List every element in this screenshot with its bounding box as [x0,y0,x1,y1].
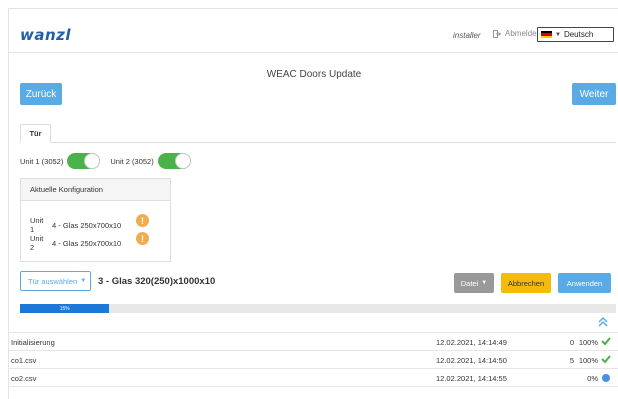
back-button[interactable]: Zurück [20,83,62,105]
config-value: 4 - Glas 250x700x10 [52,238,122,248]
door-select-label: Tür auswählen [28,276,78,286]
log-count: 0 [569,338,574,347]
unit-2-toggle[interactable] [157,153,191,169]
double-chevron-up-icon[interactable] [596,316,610,328]
tab-door[interactable]: Tür [20,124,51,143]
apply-button[interactable]: Anwenden [558,273,611,293]
config-row: Unit 2 4 - Glas 250x700x10 [30,234,121,252]
app-frame: wanzl installer Abmelden ▼ Deutsch WEAC … [8,8,618,399]
log-percent: 100% [578,356,598,365]
table-bottom-border [9,386,618,387]
config-unit: Unit 2 [30,234,44,252]
log-time: 12.02.2021, 14:14:50 [436,356,507,365]
config-unit: Unit 1 [30,216,44,234]
unit-2-label: Unit 2 (3052) [110,156,154,166]
wanzl-logo: wanzl [20,26,72,44]
progress-bar: 15% [20,304,616,313]
selected-door: 3 - Glas 320(250)x1000x10 [98,276,216,287]
table-row: co2.csv 12.02.2021, 14:14:55 0% [9,368,618,386]
door-select-dropdown[interactable]: Tür auswählen ▼ [20,271,91,291]
log-time: 12.02.2021, 14:14:55 [436,374,507,383]
check-icon [601,354,611,364]
german-flag-icon [541,31,552,38]
current-config-panel: Aktuelle Konfiguration Unit 1 4 - Glas 2… [20,178,171,262]
log-count: 5 [569,356,574,365]
config-value: 4 - Glas 250x700x10 [52,220,122,230]
dot-icon [601,372,611,382]
unit-1-label: Unit 1 (3052) [20,156,64,166]
log-name: co1.csv [11,356,37,365]
config-row: Unit 1 4 - Glas 250x700x10 [30,216,121,234]
unit-toggles: Unit 1 (3052) Unit 2 (3052) [20,153,191,169]
file-label: Datei [460,278,479,288]
next-button[interactable]: Weiter [572,83,616,105]
warning-icon: ! [136,214,149,227]
language-label: Deutsch [563,30,594,39]
log-name: Initialisierung [11,338,55,347]
warning-icon: ! [136,232,149,245]
progress-fill: 15% [20,304,110,313]
tab-bar: Tür [20,124,616,143]
cancel-button[interactable]: Abbrechen [501,273,551,293]
sign-out-icon [493,29,502,38]
log-percent: 0% [587,374,598,383]
caret-down-icon: ▼ [481,280,488,286]
table-row: Initialisierung 12.02.2021, 14:14:49 0 1… [9,332,618,350]
file-button[interactable]: Datei ▼ [454,273,494,293]
logout-label: Abmelden [505,29,542,38]
log-time: 12.02.2021, 14:14:49 [436,338,507,347]
check-icon [601,336,611,346]
log-table: Initialisierung 12.02.2021, 14:14:49 0 1… [9,332,618,387]
table-row: co1.csv 12.02.2021, 14:14:50 5 100% [9,350,618,368]
log-name: co2.csv [11,374,37,383]
page-title: WEAC Doors Update [266,69,362,80]
unit-1-toggle[interactable] [67,153,101,169]
logout-link[interactable]: Abmelden [493,29,541,38]
caret-down-icon: ▼ [80,278,87,284]
config-title: Aktuelle Konfiguration [21,179,170,201]
language-select[interactable]: ▼ Deutsch [537,27,614,42]
header: wanzl installer Abmelden ▼ Deutsch [9,9,618,53]
caret-down-icon: ▼ [555,31,561,38]
log-percent: 100% [578,338,598,347]
user-name: installer [453,31,481,40]
